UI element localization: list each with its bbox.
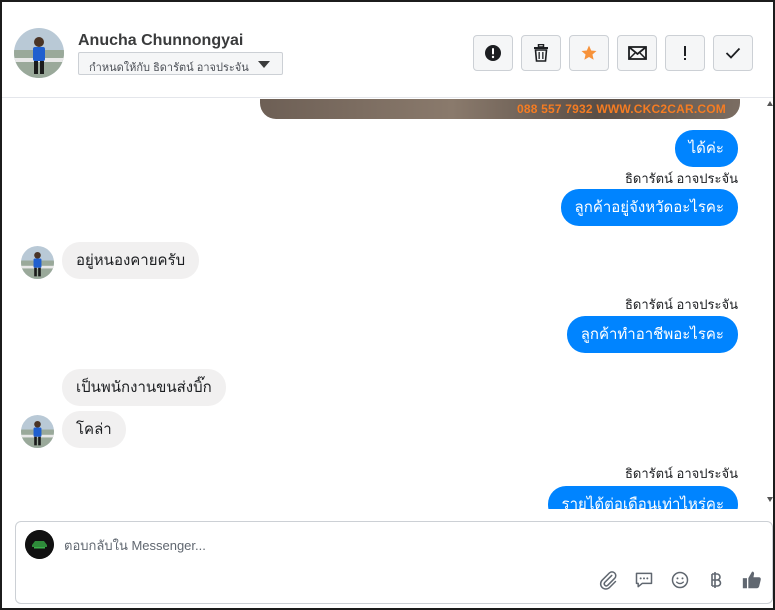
image-caption: 088 557 7932 WWW.CKC2CAR.COM [517, 102, 726, 116]
image-attachment[interactable]: 088 557 7932 WWW.CKC2CAR.COM [260, 99, 740, 119]
emoji-icon[interactable] [668, 568, 692, 592]
sender-name: ธิดารัตน์ อาจประจัน [624, 297, 738, 312]
follow-up-button[interactable] [665, 35, 705, 71]
composer-actions [596, 568, 764, 592]
assign-label: กำหนดให้กับ ธิดารัตน์ อาจประจัน [89, 62, 249, 74]
contact-avatar[interactable] [14, 28, 64, 78]
message-bubble-out[interactable]: ได้ค่ะ [674, 130, 738, 167]
inbox-window: Anucha Chunnongyai กำหนดให้กับ ธิดารัตน์… [0, 0, 775, 610]
exclamation-circle-icon [485, 45, 501, 61]
contact-name[interactable]: Anucha Chunnongyai [78, 32, 243, 50]
message-bubble-out[interactable]: ลูกค้าอยู่จังหวัดอะไรคะ [560, 189, 738, 226]
star-icon [581, 45, 597, 60]
paperclip-icon[interactable] [596, 568, 620, 592]
thumbs-up-icon[interactable] [740, 568, 764, 592]
scroll-up-arrow[interactable] [767, 101, 773, 106]
trash-icon [534, 44, 548, 62]
scroll-down-arrow[interactable] [767, 497, 773, 502]
reply-input[interactable] [64, 532, 584, 558]
reply-composer [15, 521, 773, 604]
assign-dropdown[interactable]: กำหนดให้กับ ธิดารัตน์ อาจประจัน [78, 52, 283, 75]
conversation-toolbar [473, 35, 753, 71]
conversation-header: Anucha Chunnongyai กำหนดให้กับ ธิดารัตน์… [2, 2, 773, 98]
message-bubble-in[interactable]: อยู่หนองคายครับ [62, 242, 200, 279]
mark-unread-button[interactable] [617, 35, 657, 71]
caret-down-icon [258, 61, 270, 68]
message-bubble-out[interactable]: รายได้ต่อเดือนเท่าไหร่คะ [547, 486, 738, 509]
speech-bubble-icon[interactable] [632, 568, 656, 592]
baht-icon[interactable] [704, 568, 728, 592]
envelope-icon [627, 46, 647, 60]
sender-name: ธิดารัตน์ อาจประจัน [624, 171, 738, 186]
contact-avatar-small [21, 415, 54, 448]
star-button[interactable] [569, 35, 609, 71]
sender-name: ธิดารัตน์ อาจประจัน [624, 466, 738, 481]
exclamation-icon [684, 46, 686, 60]
message-bubble-in[interactable]: โคล่า [62, 411, 126, 448]
message-bubble-out[interactable]: ลูกค้าทำอาชีพอะไรคะ [566, 316, 738, 353]
message-thread[interactable]: 088 557 7932 WWW.CKC2CAR.COM ได้ค่ะ ธิดา… [2, 99, 773, 509]
mark-done-button[interactable] [713, 35, 753, 71]
contact-avatar-small [21, 246, 54, 279]
message-bubble-in[interactable]: เป็นพนักงานขนส่งบิ๊ก [62, 369, 226, 406]
delete-button[interactable] [521, 35, 561, 71]
spam-button[interactable] [473, 35, 513, 71]
check-icon [725, 47, 741, 59]
page-avatar [25, 530, 54, 559]
